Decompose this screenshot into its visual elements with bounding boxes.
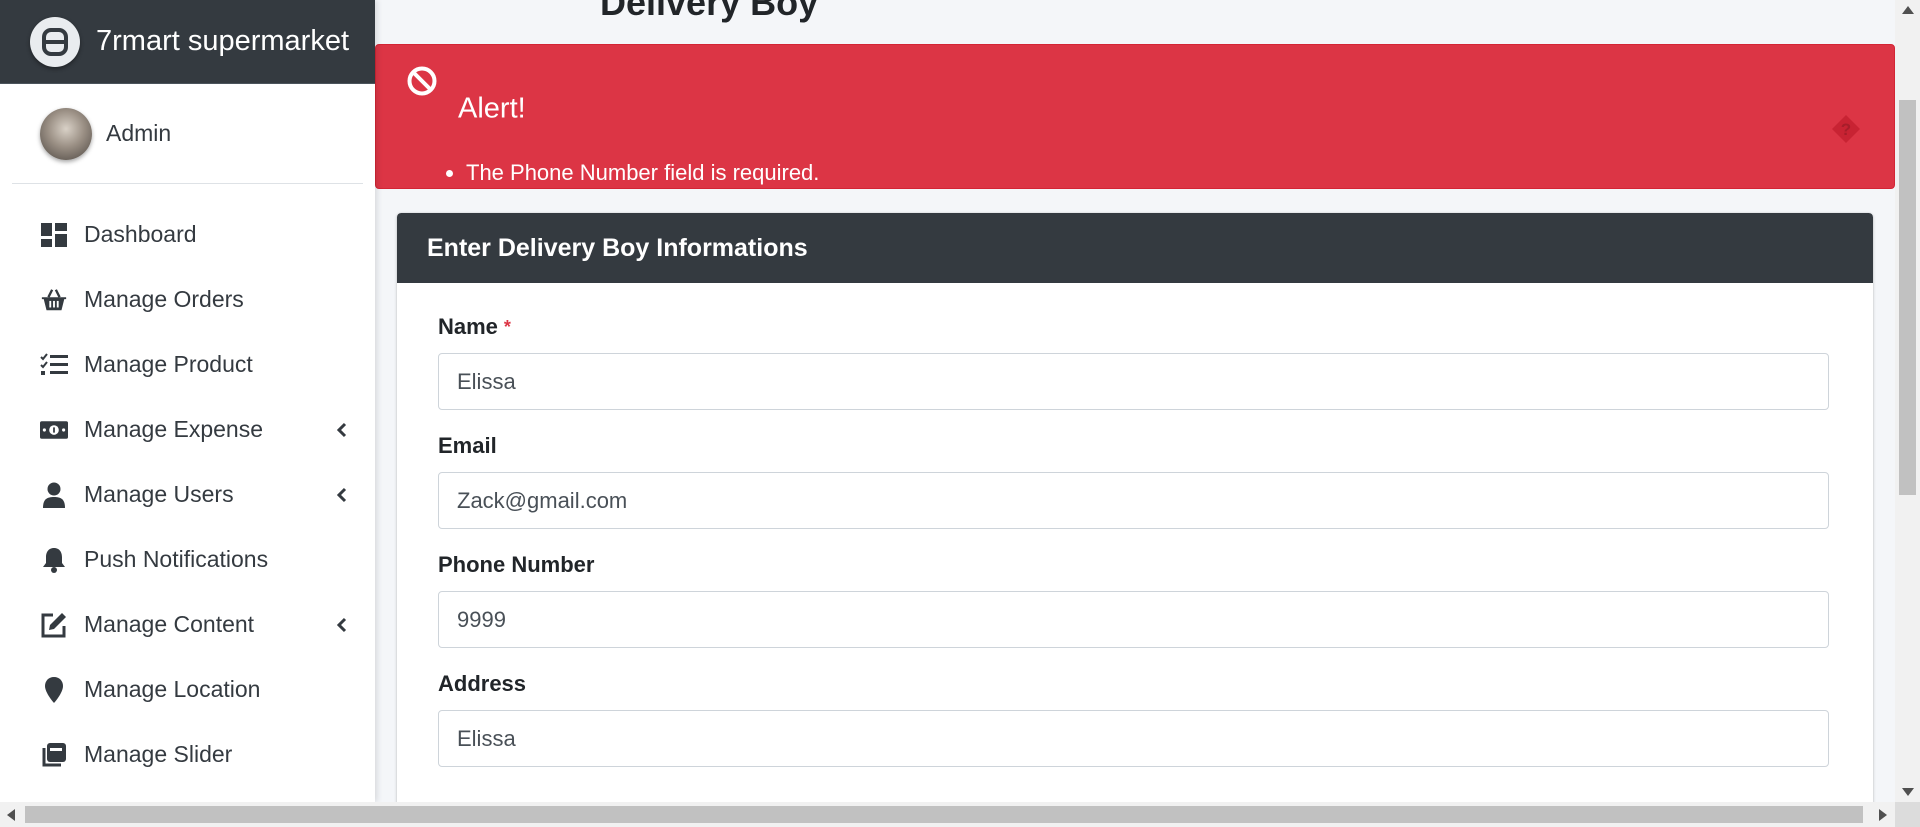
alert-message-list: The Phone Number field is required.	[466, 159, 819, 187]
email-field[interactable]	[438, 472, 1829, 529]
sidebar-item-manage-users[interactable]: Manage Users	[0, 462, 375, 527]
required-mark: *	[503, 317, 511, 337]
vertical-scroll-thumb[interactable]	[1899, 100, 1916, 495]
svg-text:?: ?	[1841, 120, 1851, 139]
address-field[interactable]	[438, 710, 1829, 767]
brand-name: 7rmart supermarket	[96, 25, 350, 57]
list-check-icon	[40, 351, 68, 379]
chevron-left-icon[interactable]	[335, 486, 349, 504]
address-label: Address	[438, 671, 527, 696]
email-label: Email	[438, 433, 497, 458]
map-marker-icon	[40, 676, 68, 704]
chevron-left-icon[interactable]	[335, 616, 349, 634]
chevron-left-icon[interactable]	[335, 421, 349, 439]
card-header: Enter Delivery Boy Informations	[397, 213, 1873, 283]
edit-icon	[40, 611, 68, 639]
address-form-group: Address	[438, 670, 1833, 767]
alert-title: Alert!	[458, 92, 526, 125]
help-icon[interactable]: ?	[1830, 113, 1862, 145]
basket-icon	[40, 286, 68, 314]
brand-link[interactable]: 7rmart supermarket	[0, 0, 375, 84]
slider-icon	[40, 741, 68, 769]
user-panel[interactable]: Admin	[12, 84, 363, 184]
sidebar-item-manage-product[interactable]: Manage Product	[0, 332, 375, 397]
card-body: Name* Email Phone Number Address	[397, 283, 1873, 767]
money-bill-icon	[40, 416, 68, 444]
name-form-group: Name *	[438, 313, 1833, 410]
sidebar-item-label: Manage Expense	[84, 416, 264, 442]
scrollbar-corner	[1895, 802, 1920, 827]
alert-message: The Phone Number field is required.	[466, 159, 819, 187]
name-label-text: Name	[438, 314, 498, 339]
name-label: Name *	[438, 313, 1833, 341]
sidebar-nav: Dashboard Manage Orders Manage Product M…	[0, 184, 375, 787]
scroll-right-arrow-icon[interactable]	[1879, 809, 1887, 821]
main-sidebar: 7rmart supermarket Admin Dashboard Manag…	[0, 0, 375, 802]
vertical-scrollbar[interactable]	[1895, 0, 1920, 802]
sidebar-item-manage-expense[interactable]: Manage Expense	[0, 397, 375, 462]
phone-number-field[interactable]	[438, 591, 1829, 648]
phone-label: Phone Number	[438, 552, 595, 577]
sidebar-item-label: Manage Orders	[84, 286, 244, 312]
sidebar-item-push-notifications[interactable]: Push Notifications	[0, 527, 375, 592]
name-field[interactable]	[438, 353, 1829, 410]
alert-danger: Alert! The Phone Number field is require…	[375, 44, 1895, 189]
scroll-down-arrow-icon[interactable]	[1902, 788, 1914, 796]
card-title: Enter Delivery Boy Informations	[427, 233, 808, 262]
sidebar-item-label: Manage Users	[84, 481, 234, 507]
sidebar-item-label: Push Notifications	[84, 546, 269, 572]
scroll-up-arrow-icon[interactable]	[1902, 6, 1914, 14]
horizontal-scrollbar[interactable]	[0, 802, 1920, 827]
user-icon	[40, 481, 68, 509]
bell-icon	[40, 546, 68, 574]
brand-logo-icon	[30, 16, 80, 67]
horizontal-scroll-thumb[interactable]	[25, 806, 1863, 823]
sidebar-item-manage-content[interactable]: Manage Content	[0, 592, 375, 657]
sidebar-item-dashboard[interactable]: Dashboard	[0, 202, 375, 267]
sidebar-item-manage-location[interactable]: Manage Location	[0, 657, 375, 722]
sidebar-item-label: Manage Content	[84, 611, 255, 637]
content-wrapper: Delivery Boy Alert! The Phone Number fie…	[375, 0, 1895, 802]
delivery-boy-form-card: Enter Delivery Boy Informations Name* Em…	[397, 213, 1873, 802]
sidebar-item-label: Dashboard	[84, 221, 197, 247]
email-form-group: Email	[438, 432, 1833, 529]
user-name: Admin	[106, 120, 172, 146]
sidebar-item-label: Manage Slider	[84, 741, 233, 767]
sidebar-item-label: Manage Product	[84, 351, 253, 377]
ban-icon	[406, 65, 438, 97]
dashboard-icon	[40, 221, 68, 249]
scroll-left-arrow-icon[interactable]	[7, 809, 15, 821]
sidebar-item-manage-slider[interactable]: Manage Slider	[0, 722, 375, 787]
phone-form-group: Phone Number	[438, 551, 1833, 648]
page-title: Delivery Boy	[600, 0, 819, 23]
sidebar-item-manage-orders[interactable]: Manage Orders	[0, 267, 375, 332]
avatar	[40, 107, 92, 160]
sidebar-item-label: Manage Location	[84, 676, 261, 702]
